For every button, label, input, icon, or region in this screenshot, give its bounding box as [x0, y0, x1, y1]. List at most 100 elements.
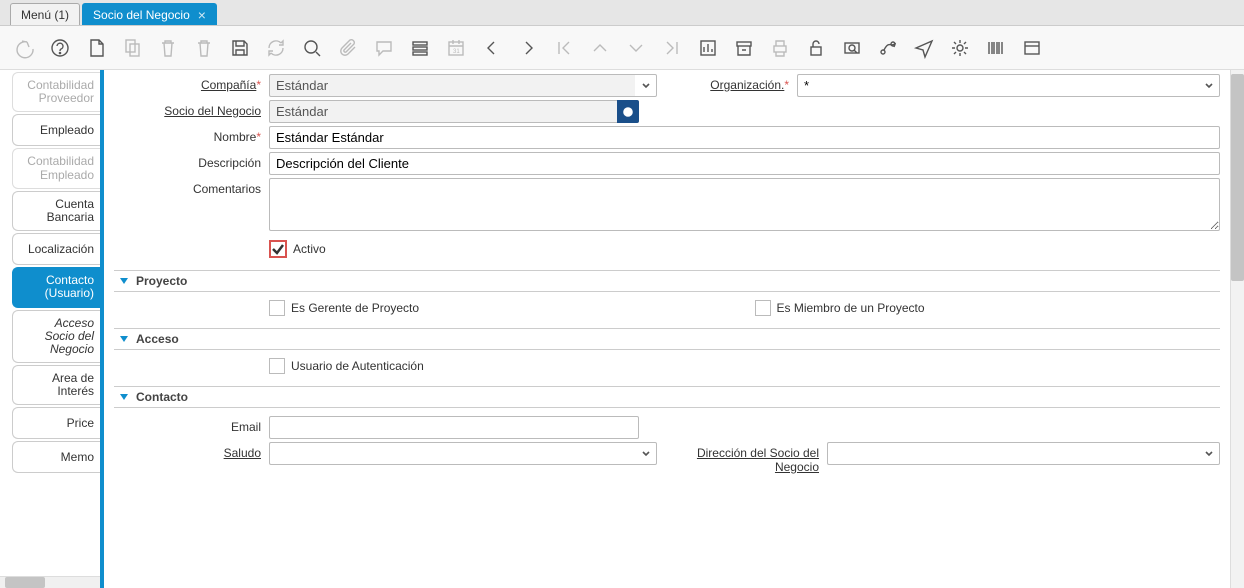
label-socio: Socio del Negocio [114, 100, 269, 118]
dropdown-button[interactable] [635, 442, 657, 465]
delete2-button[interactable] [190, 34, 218, 62]
tab-price[interactable]: Price [12, 407, 100, 439]
prev-button[interactable] [478, 34, 506, 62]
input-socio[interactable] [269, 100, 617, 123]
lookup-button[interactable] [617, 100, 639, 123]
field-saludo[interactable] [269, 442, 657, 465]
barcode-icon [985, 37, 1007, 59]
field-socio[interactable] [269, 100, 639, 123]
section-proyecto[interactable]: Proyecto [114, 270, 1220, 292]
tab-area-interes[interactable]: Area de Interés [12, 365, 100, 405]
print-icon [769, 37, 791, 59]
field-direccion[interactable] [827, 442, 1220, 465]
trash-icon [193, 37, 215, 59]
checkbox-miembro[interactable] [755, 300, 771, 316]
input-saludo[interactable] [269, 442, 635, 465]
dropdown-button[interactable] [1198, 442, 1220, 465]
first-button[interactable] [550, 34, 578, 62]
tab-label: Menú (1) [21, 8, 69, 22]
refresh-icon [265, 37, 287, 59]
tab-contabilidad-proveedor[interactable]: Contabilidad Proveedor [12, 72, 100, 112]
record-tabs: Contabilidad Proveedor Empleado Contabil… [0, 70, 100, 588]
input-comentarios[interactable] [269, 178, 1220, 231]
attach-button[interactable] [334, 34, 362, 62]
tab-acceso-socio[interactable]: Acceso Socio del Negocio [12, 310, 100, 364]
field-organizacion[interactable] [797, 74, 1220, 97]
chevron-right-icon [517, 37, 539, 59]
search-button[interactable] [298, 34, 326, 62]
page-scrollbar[interactable] [1230, 70, 1244, 588]
document-icon [85, 37, 107, 59]
help-button[interactable] [46, 34, 74, 62]
new-button[interactable] [82, 34, 110, 62]
tab-cuenta-bancaria[interactable]: Cuenta Bancaria [12, 191, 100, 231]
chevron-last-icon [661, 37, 683, 59]
chat-button[interactable] [370, 34, 398, 62]
dropdown-button[interactable] [635, 74, 657, 97]
label-descripcion: Descripción [114, 152, 269, 170]
down-button[interactable] [622, 34, 650, 62]
save-button[interactable] [226, 34, 254, 62]
search-icon [301, 37, 323, 59]
copy-icon [121, 37, 143, 59]
chevron-down-icon [1203, 448, 1215, 460]
window-tab-socio[interactable]: Socio del Negocio × [82, 3, 217, 25]
section-contacto[interactable]: Contacto [114, 386, 1220, 408]
report-button[interactable] [694, 34, 722, 62]
lock-button[interactable] [802, 34, 830, 62]
dropdown-button[interactable] [1198, 74, 1220, 97]
calendar-icon: 31 [445, 37, 467, 59]
form-panel: Compañía* Organización.* [104, 70, 1230, 588]
settings-button[interactable] [946, 34, 974, 62]
copy-button[interactable] [118, 34, 146, 62]
report-icon [697, 37, 719, 59]
tab-contabilidad-empleado[interactable]: Contabilidad Empleado [12, 148, 100, 188]
delete-button[interactable] [154, 34, 182, 62]
label-compania: Compañía* [114, 74, 269, 97]
tab-memo[interactable]: Memo [12, 441, 100, 473]
tool2-button[interactable] [1018, 34, 1046, 62]
input-organizacion[interactable] [797, 74, 1198, 97]
chevron-down-icon [640, 80, 652, 92]
collapse-icon [120, 336, 128, 342]
workflow-button[interactable] [874, 34, 902, 62]
input-descripcion[interactable] [269, 152, 1220, 175]
check-miembro[interactable]: Es Miembro de un Proyecto [755, 300, 1221, 316]
last-button[interactable] [658, 34, 686, 62]
undo-button[interactable] [10, 34, 38, 62]
check-auth[interactable]: Usuario de Autenticación [114, 358, 1220, 374]
label-direccion: Dirección del Socio del Negocio [677, 442, 827, 474]
send-button[interactable] [910, 34, 938, 62]
close-icon[interactable]: × [198, 7, 206, 23]
checkbox-gerente[interactable] [269, 300, 285, 316]
zoom-button[interactable] [838, 34, 866, 62]
calendar-button[interactable]: 31 [442, 34, 470, 62]
window-tab-menu[interactable]: Menú (1) [10, 3, 80, 25]
tab-contacto-usuario[interactable]: Contacto (Usuario) [12, 267, 100, 307]
checkbox-auth[interactable] [269, 358, 285, 374]
target-icon [622, 106, 634, 118]
input-compania[interactable] [269, 74, 635, 97]
side-scrollbar[interactable] [0, 576, 100, 588]
field-compania[interactable] [269, 74, 657, 97]
refresh-button[interactable] [262, 34, 290, 62]
section-acceso[interactable]: Acceso [114, 328, 1220, 350]
zoom-icon [841, 37, 863, 59]
chevron-down-icon [1203, 80, 1215, 92]
print-button[interactable] [766, 34, 794, 62]
input-direccion[interactable] [827, 442, 1198, 465]
grid-button[interactable] [406, 34, 434, 62]
input-email[interactable] [269, 416, 639, 439]
input-nombre[interactable] [269, 126, 1220, 149]
chat-icon [373, 37, 395, 59]
tool1-button[interactable] [982, 34, 1010, 62]
collapse-icon [120, 278, 128, 284]
next-button[interactable] [514, 34, 542, 62]
archive-button[interactable] [730, 34, 758, 62]
checkbox-activo[interactable] [269, 240, 287, 258]
check-gerente[interactable]: Es Gerente de Proyecto [269, 300, 735, 316]
up-button[interactable] [586, 34, 614, 62]
label-activo: Activo [293, 242, 326, 256]
tab-empleado[interactable]: Empleado [12, 114, 100, 146]
tab-localizacion[interactable]: Localización [12, 233, 100, 265]
